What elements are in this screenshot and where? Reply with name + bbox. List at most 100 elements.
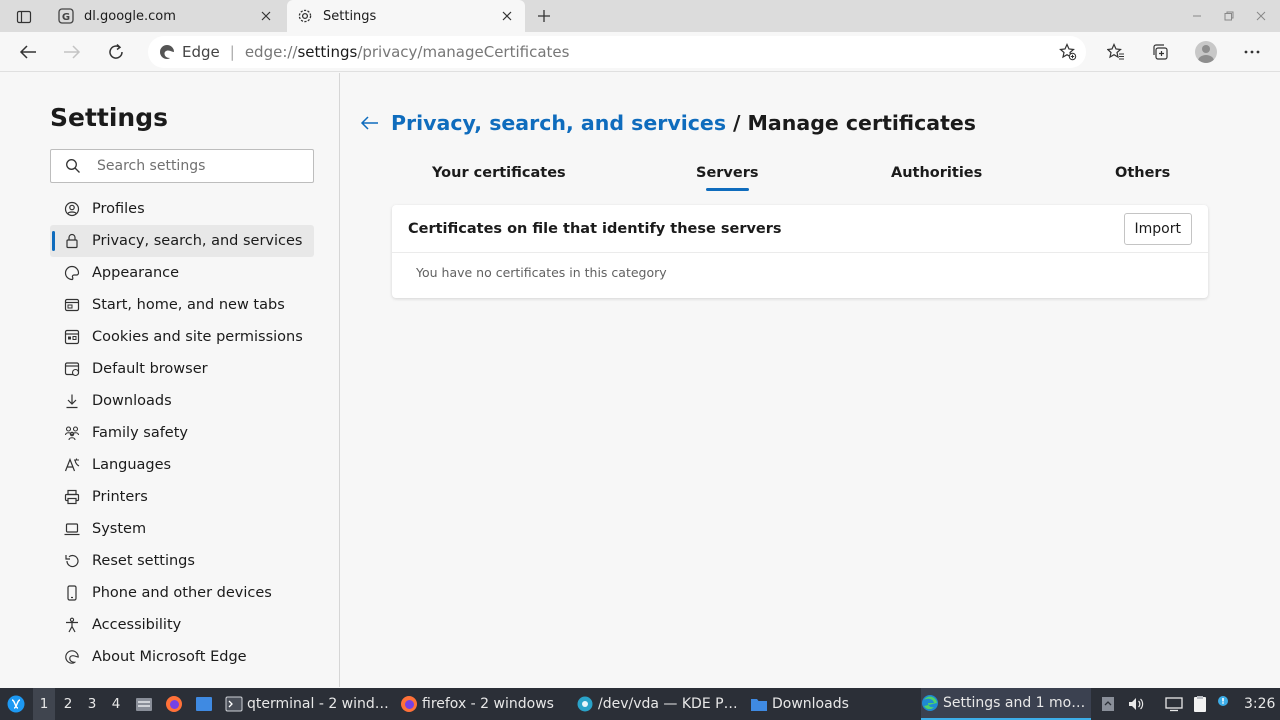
more-options-icon[interactable] [1239,40,1265,64]
tab-dl-google[interactable]: G dl.google.com [48,0,284,32]
clock[interactable]: 3:26 [1244,688,1275,720]
app-launcher-icon[interactable] [4,688,28,720]
address-bar[interactable]: Edge | edge://settings/privacy/manageCer… [148,36,1086,68]
cookies-icon [64,329,80,345]
sidebar-item-downloads[interactable]: Downloads [50,385,314,417]
search-input[interactable] [97,158,297,174]
sidebar-item-family-safety[interactable]: Family safety [50,417,314,449]
forward-icon[interactable] [58,39,86,65]
new-tab-icon[interactable] [532,4,556,28]
workspace-1[interactable]: 1 [33,688,55,720]
close-tab-icon[interactable] [256,6,276,26]
tab-actions-icon[interactable] [10,6,38,28]
sidebar-item-system[interactable]: System [50,513,314,545]
minimize-icon[interactable] [1187,6,1207,26]
close-window-icon[interactable] [1251,6,1271,26]
sidebar-item-label: System [92,521,147,537]
sidebar-item-printers[interactable]: Printers [50,481,314,513]
network-icon[interactable] [1164,688,1184,720]
tab-your-certificates[interactable]: Your certificates [432,165,566,181]
sidebar-item-cookies[interactable]: Cookies and site permissions [50,321,314,353]
clipboard-icon[interactable] [1190,688,1210,720]
task-partition-manager[interactable]: /dev/vda — KDE P… [576,688,738,720]
collections-icon[interactable] [1147,40,1173,64]
file-manager-quicklaunch-icon[interactable] [134,688,154,720]
tab-title: Settings [323,8,377,24]
sidebar-item-label: Downloads [92,393,172,409]
sidebar-item-label: Cookies and site permissions [92,329,303,345]
terminal-icon [225,695,243,713]
sidebar-item-label: Appearance [92,265,180,281]
address-divider: | [229,43,235,61]
sidebar-item-label: Start, home, and new tabs [92,297,285,313]
tab-strip: G dl.google.com Settings [0,0,1280,32]
restore-icon[interactable] [1219,6,1239,26]
refresh-icon[interactable] [102,39,130,65]
firefox-quicklaunch-icon[interactable] [163,688,185,720]
workspace-4[interactable]: 4 [105,688,127,720]
breadcrumb-link[interactable]: Privacy, search, and services [391,111,726,135]
sidebar-item-appearance[interactable]: Appearance [50,257,314,289]
browser-icon [64,361,80,377]
close-tab-icon[interactable] [497,6,517,26]
tab-others[interactable]: Others [1115,165,1170,181]
appearance-icon [64,265,80,281]
sidebar-item-languages[interactable]: Languages [50,449,314,481]
task-label: qterminal - 2 wind… [247,696,389,712]
task-downloads-folder[interactable]: Downloads [750,688,849,720]
download-icon [64,393,80,409]
tab-servers[interactable]: Servers [696,165,759,191]
task-firefox[interactable]: firefox - 2 windows [400,688,554,720]
google-icon: G [58,8,74,24]
edge-icon [158,43,176,61]
notification-icon[interactable] [1214,688,1232,720]
edge-icon [921,694,939,712]
languages-icon [64,457,80,473]
sidebar-item-about[interactable]: About Microsoft Edge [50,641,314,673]
sidebar-item-start-home[interactable]: Start, home, and new tabs [50,289,314,321]
task-label: firefox - 2 windows [422,696,554,712]
sidebar-item-label: Reset settings [92,553,195,569]
gear-icon [297,8,313,24]
tab-authorities[interactable]: Authorities [891,165,982,181]
task-qterminal[interactable]: qterminal - 2 wind… [225,688,389,720]
edge-icon [64,649,80,665]
sidebar-item-accessibility[interactable]: Accessibility [50,609,314,641]
profile-avatar[interactable] [1193,40,1219,64]
family-icon [64,425,80,441]
back-arrow-icon[interactable] [359,112,381,134]
task-label: Settings and 1 mo… [943,695,1086,711]
page-title: Manage certificates [747,111,976,135]
workspace-2[interactable]: 2 [57,688,79,720]
tray-expand-icon[interactable] [1099,688,1117,720]
desktop-quicklaunch-icon[interactable] [193,688,215,720]
sidebar-item-default-browser[interactable]: Default browser [50,353,314,385]
system-taskbar: 1 2 3 4 qterminal - 2 wind… firefox - 2 … [0,688,1280,720]
accessibility-icon [64,617,80,633]
add-favorite-icon[interactable] [1058,42,1078,62]
import-button[interactable]: Import [1123,213,1192,245]
breadcrumb-separator: / [733,111,741,135]
sidebar-item-phone[interactable]: Phone and other devices [50,577,314,609]
reset-icon [64,553,80,569]
sidebar-item-profiles[interactable]: Profiles [50,193,314,225]
back-icon[interactable] [14,39,42,65]
sidebar-item-label: Languages [92,457,172,473]
sidebar-item-label: Family safety [92,425,188,441]
workspace-3[interactable]: 3 [81,688,103,720]
printer-icon [64,489,80,505]
folder-icon [750,695,768,713]
favorites-icon[interactable] [1103,40,1129,64]
volume-icon[interactable] [1126,688,1146,720]
url-host: settings [297,43,358,61]
certificate-tabs: Your certificates Servers Authorities Ot… [391,165,1211,193]
tab-settings[interactable]: Settings [287,0,525,32]
search-box[interactable] [50,149,314,183]
search-icon [65,158,81,174]
navigation-bar: Edge | edge://settings/privacy/manageCer… [0,32,1280,72]
home-tabs-icon [64,297,80,313]
sidebar-item-reset[interactable]: Reset settings [50,545,314,577]
empty-state-text: You have no certificates in this categor… [416,265,667,280]
sidebar-item-privacy[interactable]: Privacy, search, and services [50,225,314,257]
task-edge-settings[interactable]: Settings and 1 mo… [921,688,1091,720]
